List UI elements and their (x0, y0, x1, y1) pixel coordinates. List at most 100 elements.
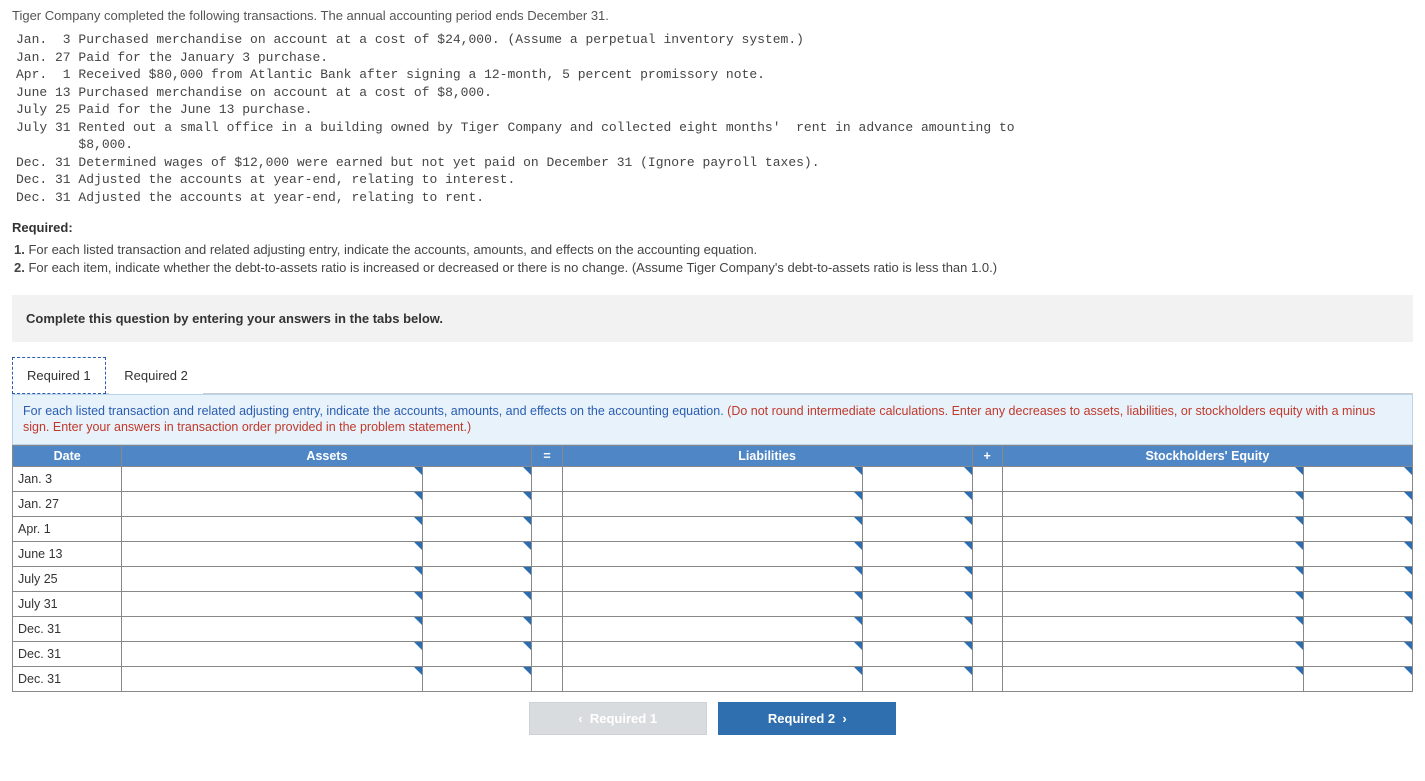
table-row: Jan. 27 (13, 492, 1413, 517)
assets-amount-input[interactable] (423, 467, 532, 492)
assets-amount-input[interactable] (423, 542, 532, 567)
transaction-list: Jan. 3 Purchased merchandise on account … (16, 31, 1413, 206)
assets-account-input[interactable] (122, 492, 423, 517)
liabilities-account-input[interactable] (562, 467, 863, 492)
table-row: Apr. 1 (13, 517, 1413, 542)
table-row: Dec. 31 (13, 667, 1413, 692)
plus-cell (972, 592, 1002, 617)
liabilities-account-input[interactable] (562, 492, 863, 517)
equity-amount-input[interactable] (1303, 592, 1413, 617)
equity-account-input[interactable] (1002, 567, 1303, 592)
tab-required-1[interactable]: Required 1 (12, 357, 106, 394)
tab-panel-required-1: For each listed transaction and related … (12, 393, 1413, 736)
answer-table: Date Assets = Liabilities + Stockholders… (12, 445, 1413, 692)
equity-amount-input[interactable] (1303, 542, 1413, 567)
equity-account-input[interactable] (1002, 492, 1303, 517)
assets-account-input[interactable] (122, 542, 423, 567)
equals-cell (532, 667, 562, 692)
date-cell: July 25 (13, 567, 122, 592)
equity-amount-input[interactable] (1303, 642, 1413, 667)
liabilities-account-input[interactable] (562, 567, 863, 592)
assets-account-input[interactable] (122, 667, 423, 692)
assets-account-input[interactable] (122, 517, 423, 542)
plus-cell (972, 667, 1002, 692)
equity-amount-input[interactable] (1303, 617, 1413, 642)
liabilities-amount-input[interactable] (863, 542, 972, 567)
table-row: Dec. 31 (13, 642, 1413, 667)
table-row: July 31 (13, 592, 1413, 617)
chevron-right-icon: › (842, 711, 846, 726)
liabilities-amount-input[interactable] (863, 617, 972, 642)
next-label: Required 2 (768, 711, 835, 726)
prev-required-button: ‹ Required 1 (529, 702, 707, 735)
th-date: Date (13, 446, 122, 467)
equity-account-input[interactable] (1002, 667, 1303, 692)
equity-account-input[interactable] (1002, 517, 1303, 542)
required-heading: Required: (12, 220, 1413, 235)
assets-account-input[interactable] (122, 567, 423, 592)
liabilities-account-input[interactable] (562, 542, 863, 567)
th-plus: + (972, 446, 1002, 467)
equity-account-input[interactable] (1002, 542, 1303, 567)
table-row: July 25 (13, 567, 1413, 592)
equity-account-input[interactable] (1002, 467, 1303, 492)
th-assets: Assets (122, 446, 532, 467)
liabilities-account-input[interactable] (562, 517, 863, 542)
table-row: June 13 (13, 542, 1413, 567)
liabilities-amount-input[interactable] (863, 642, 972, 667)
date-cell: July 31 (13, 592, 122, 617)
problem-intro: Tiger Company completed the following tr… (12, 8, 1413, 23)
assets-account-input[interactable] (122, 617, 423, 642)
date-cell: Dec. 31 (13, 617, 122, 642)
liabilities-amount-input[interactable] (863, 492, 972, 517)
equity-amount-input[interactable] (1303, 567, 1413, 592)
assets-account-input[interactable] (122, 642, 423, 667)
next-required-button[interactable]: Required 2 › (718, 702, 896, 735)
table-row: Jan. 3 (13, 467, 1413, 492)
assets-amount-input[interactable] (423, 642, 532, 667)
assets-amount-input[interactable] (423, 492, 532, 517)
assets-amount-input[interactable] (423, 567, 532, 592)
equity-account-input[interactable] (1002, 617, 1303, 642)
instruction-main: For each listed transaction and related … (23, 404, 727, 418)
date-cell: Dec. 31 (13, 667, 122, 692)
equity-amount-input[interactable] (1303, 467, 1413, 492)
liabilities-amount-input[interactable] (863, 667, 972, 692)
plus-cell (972, 567, 1002, 592)
assets-account-input[interactable] (122, 467, 423, 492)
plus-cell (972, 642, 1002, 667)
assets-amount-input[interactable] (423, 617, 532, 642)
assets-amount-input[interactable] (423, 667, 532, 692)
liabilities-amount-input[interactable] (863, 467, 972, 492)
plus-cell (972, 517, 1002, 542)
nav-buttons: ‹ Required 1 Required 2 › (12, 702, 1413, 735)
equals-cell (532, 617, 562, 642)
assets-account-input[interactable] (122, 592, 423, 617)
table-row: Dec. 31 (13, 617, 1413, 642)
panel-instruction: For each listed transaction and related … (12, 394, 1413, 446)
prev-label: Required 1 (590, 711, 657, 726)
plus-cell (972, 467, 1002, 492)
tab-required-2[interactable]: Required 2 (109, 357, 203, 394)
tabs-row: Required 1 Required 2 (12, 356, 1413, 393)
equity-amount-input[interactable] (1303, 517, 1413, 542)
assets-amount-input[interactable] (423, 517, 532, 542)
equity-account-input[interactable] (1002, 592, 1303, 617)
liabilities-account-input[interactable] (562, 642, 863, 667)
equals-cell (532, 592, 562, 617)
plus-cell (972, 617, 1002, 642)
assets-amount-input[interactable] (423, 592, 532, 617)
liabilities-account-input[interactable] (562, 617, 863, 642)
equity-account-input[interactable] (1002, 642, 1303, 667)
plus-cell (972, 492, 1002, 517)
liabilities-amount-input[interactable] (863, 567, 972, 592)
equity-amount-input[interactable] (1303, 667, 1413, 692)
requirements-list: 1. For each listed transaction and relat… (14, 241, 1413, 276)
complete-prompt: Complete this question by entering your … (12, 295, 1413, 342)
liabilities-account-input[interactable] (562, 667, 863, 692)
equity-amount-input[interactable] (1303, 492, 1413, 517)
liabilities-amount-input[interactable] (863, 517, 972, 542)
liabilities-amount-input[interactable] (863, 592, 972, 617)
liabilities-account-input[interactable] (562, 592, 863, 617)
chevron-left-icon: ‹ (578, 711, 582, 726)
